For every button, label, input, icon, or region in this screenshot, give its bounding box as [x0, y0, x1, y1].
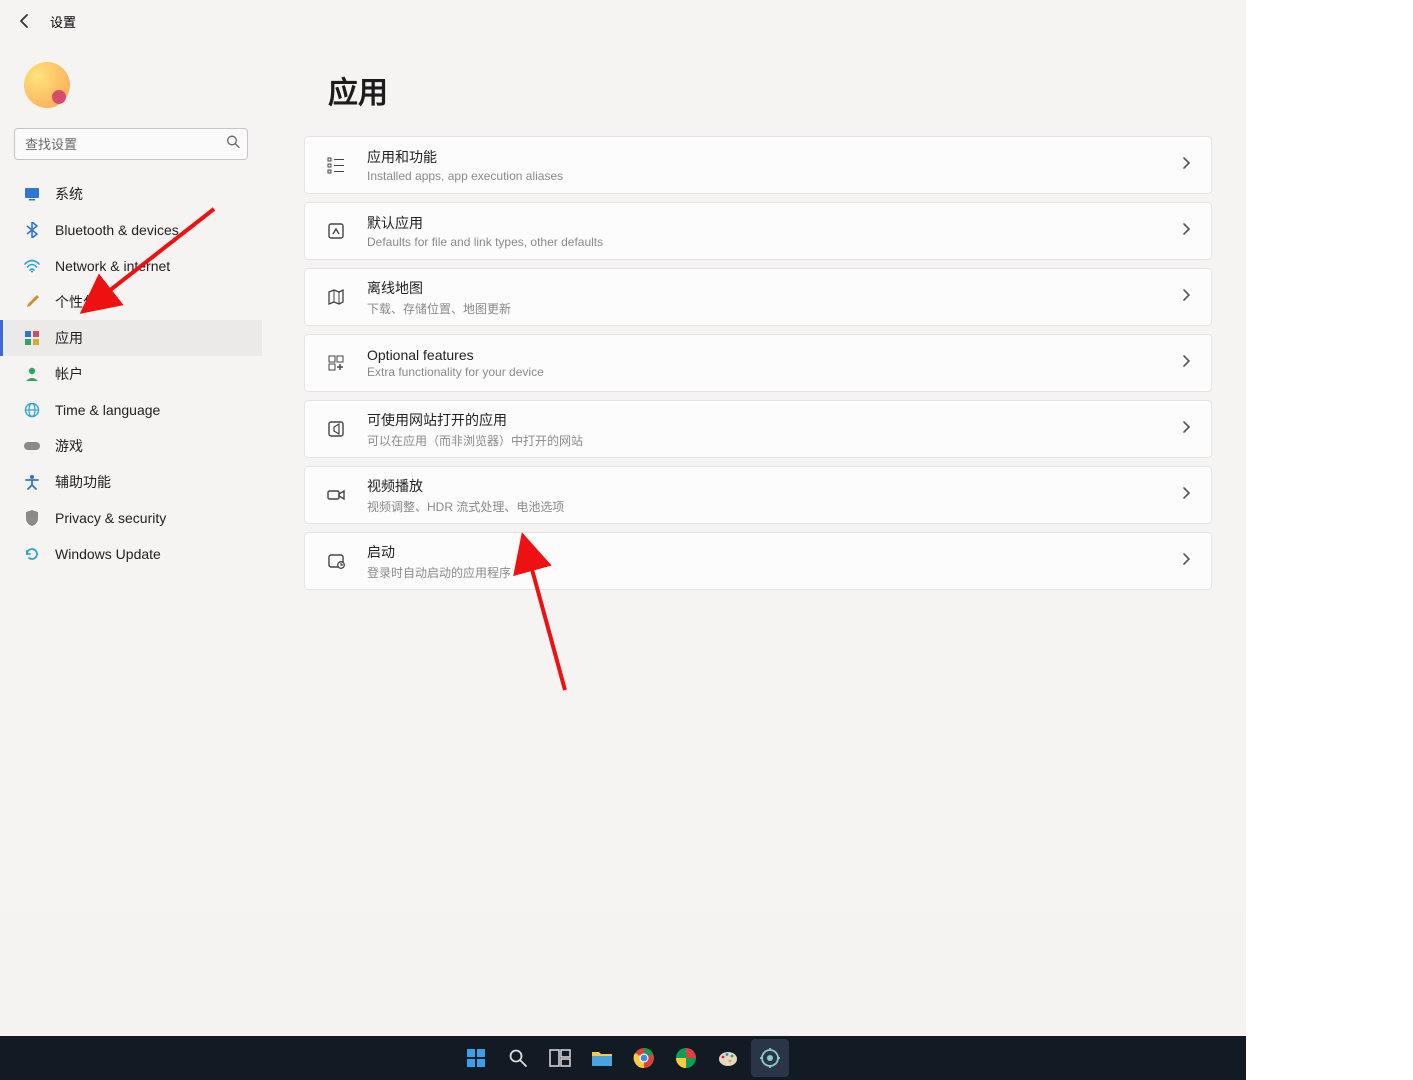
avatar[interactable]: [24, 62, 70, 108]
update-icon: [23, 545, 41, 563]
card-title: Optional features: [367, 347, 1161, 363]
globe-icon: [23, 401, 41, 419]
chevron-right-icon: [1181, 420, 1191, 439]
websites-icon: [325, 418, 347, 440]
sidebar-item-3[interactable]: 个性化: [0, 284, 262, 320]
sidebar-item-2[interactable]: Network & internet: [0, 248, 262, 284]
chevron-right-icon: [1181, 156, 1191, 175]
sidebar-item-label: 辅助功能: [55, 472, 111, 492]
back-button[interactable]: [14, 10, 36, 32]
card-subtitle: 可以在应用（而非浏览器）中打开的网站: [367, 432, 1161, 449]
sidebar-item-9[interactable]: Privacy & security: [0, 500, 262, 536]
settings-window: 设置 系统 Bluetooth & devices Network & intern…: [0, 0, 1246, 912]
chevron-right-icon: [1181, 552, 1191, 571]
apps-list-icon: [325, 154, 347, 176]
sidebar-item-label: Bluetooth & devices: [55, 222, 179, 238]
card-subtitle: 下载、存储位置、地图更新: [367, 300, 1161, 317]
sidebar-item-1[interactable]: Bluetooth & devices: [0, 212, 262, 248]
bluetooth-icon: [23, 221, 41, 239]
defaults-icon: [325, 220, 347, 242]
sidebar-item-4[interactable]: 应用: [0, 320, 262, 356]
chrome-icon[interactable]: [625, 1039, 663, 1077]
card-title: 视频播放: [367, 476, 1161, 496]
chevron-right-icon: [1181, 288, 1191, 307]
chevron-right-icon: [1181, 222, 1191, 241]
shield-icon: [23, 509, 41, 527]
back-arrow-icon: [17, 13, 33, 29]
card-subtitle: Installed apps, app execution aliases: [367, 169, 1161, 183]
card-0[interactable]: 应用和功能 Installed apps, app execution alias…: [304, 136, 1212, 194]
card-text: 默认应用 Defaults for file and link types, ot…: [367, 213, 1161, 249]
header-title: 设置: [50, 12, 76, 31]
sidebar: 系统 Bluetooth & devices Network & internet 个…: [0, 44, 262, 912]
accessibility-icon: [23, 473, 41, 491]
chevron-right-icon: [1181, 354, 1191, 373]
taskbar: [0, 1036, 1246, 1080]
sidebar-item-label: 应用: [55, 328, 83, 348]
sidebar-item-0[interactable]: 系统: [0, 176, 262, 212]
start-icon[interactable]: [457, 1039, 495, 1077]
optional-icon: [325, 352, 347, 374]
card-title: 默认应用: [367, 213, 1161, 233]
brush-icon: [23, 293, 41, 311]
card-title: 应用和功能: [367, 147, 1161, 167]
user-icon: [23, 365, 41, 383]
card-3[interactable]: Optional features Extra functionality for…: [304, 334, 1212, 392]
sidebar-item-label: 帐户: [55, 364, 83, 384]
sidebar-item-label: 个性化: [55, 292, 97, 312]
map-icon: [325, 286, 347, 308]
main-pane: 应用 应用和功能 Installed apps, app execution al…: [300, 50, 1216, 912]
card-5[interactable]: 视频播放视频调整、HDR 流式处理、电池选项: [304, 466, 1212, 524]
sidebar-item-label: Windows Update: [55, 546, 161, 562]
apps-icon: [23, 329, 41, 347]
sidebar-nav: 系统 Bluetooth & devices Network & internet 个…: [0, 176, 262, 572]
page-margin: [1246, 0, 1413, 1080]
wifi-icon: [23, 257, 41, 275]
sidebar-item-7[interactable]: 游戏: [0, 428, 262, 464]
monitor-icon: [23, 185, 41, 203]
header: 设置: [0, 0, 1246, 42]
chevron-right-icon: [1181, 486, 1191, 505]
card-subtitle: 登录时自动启动的应用程序: [367, 564, 1161, 581]
card-text: 应用和功能 Installed apps, app execution alias…: [367, 147, 1161, 183]
settings-icon[interactable]: [751, 1039, 789, 1077]
sidebar-item-8[interactable]: 辅助功能: [0, 464, 262, 500]
card-subtitle: 视频调整、HDR 流式处理、电池选项: [367, 498, 1161, 515]
card-title: 离线地图: [367, 278, 1161, 298]
card-subtitle: Defaults for file and link types, other …: [367, 235, 1161, 249]
card-title: 启动: [367, 542, 1161, 562]
card-text: 视频播放视频调整、HDR 流式处理、电池选项: [367, 476, 1161, 515]
card-4[interactable]: 可使用网站打开的应用可以在应用（而非浏览器）中打开的网站: [304, 400, 1212, 458]
card-subtitle: Extra functionality for your device: [367, 365, 1161, 379]
sidebar-item-5[interactable]: 帐户: [0, 356, 262, 392]
card-text: Optional features Extra functionality for…: [367, 347, 1161, 379]
page-title: 应用: [328, 68, 1188, 112]
sidebar-item-label: Network & internet: [55, 258, 170, 274]
sidebar-item-label: Privacy & security: [55, 510, 166, 526]
card-text: 启动登录时自动启动的应用程序: [367, 542, 1161, 581]
card-6[interactable]: 启动登录时自动启动的应用程序: [304, 532, 1212, 590]
card-1[interactable]: 默认应用 Defaults for file and link types, ot…: [304, 202, 1212, 260]
card-text: 离线地图下载、存储位置、地图更新: [367, 278, 1161, 317]
card-2[interactable]: 离线地图下载、存储位置、地图更新: [304, 268, 1212, 326]
search-icon[interactable]: [499, 1039, 537, 1077]
sidebar-item-6[interactable]: Time & language: [0, 392, 262, 428]
paint-icon[interactable]: [709, 1039, 747, 1077]
startup-icon: [325, 550, 347, 572]
sidebar-item-10[interactable]: Windows Update: [0, 536, 262, 572]
sidebar-item-label: Time & language: [55, 402, 160, 418]
taskview-icon[interactable]: [541, 1039, 579, 1077]
sidebar-item-label: 系统: [55, 184, 83, 204]
edge-icon[interactable]: [667, 1039, 705, 1077]
search-box: [14, 128, 248, 160]
video-icon: [325, 484, 347, 506]
cards-list: 应用和功能 Installed apps, app execution alias…: [300, 136, 1216, 590]
gamepad-icon: [23, 437, 41, 455]
card-text: 可使用网站打开的应用可以在应用（而非浏览器）中打开的网站: [367, 410, 1161, 449]
sidebar-item-label: 游戏: [55, 436, 83, 456]
card-title: 可使用网站打开的应用: [367, 410, 1161, 430]
search-input[interactable]: [14, 128, 248, 160]
explorer-icon[interactable]: [583, 1039, 621, 1077]
